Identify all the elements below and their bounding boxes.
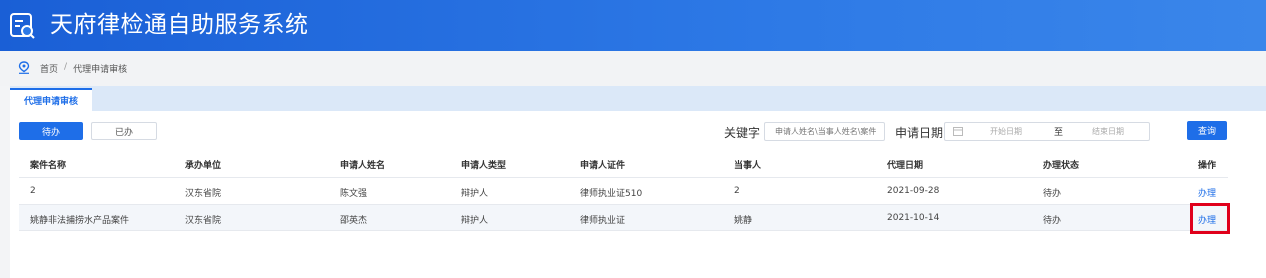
cell-handling-unit: 汉东省院 <box>185 216 222 226</box>
column-header-case-name: 案件名称 <box>30 161 67 171</box>
cell-handling-unit: 汉东省院 <box>185 189 222 199</box>
column-header-agency-date: 代理日期 <box>887 161 924 171</box>
column-header-applicant-certificate: 申请人证件 <box>580 161 626 171</box>
cell-applicant-certificate: 律师执业证 <box>580 216 626 226</box>
keyword-label: 关键字 <box>724 126 761 140</box>
cell-party: 2 <box>734 186 740 196</box>
column-header-status: 办理状态 <box>1043 161 1080 171</box>
column-header-applicant-type: 申请人类型 <box>461 161 507 171</box>
cell-case-name: 姚静非法捕捞水产品案件 <box>30 216 130 226</box>
calendar-icon <box>953 127 963 136</box>
cell-applicant-name: 邵英杰 <box>340 216 368 226</box>
apply-date-label: 申请日期 <box>895 126 944 140</box>
cell-applicant-certificate: 律师执业证510 <box>580 189 643 199</box>
breadcrumb-current: 代理申请审核 <box>73 65 128 75</box>
column-header-party: 当事人 <box>734 161 762 171</box>
header-divider <box>19 177 1228 178</box>
breadcrumb: 首页 / 代理申请审核 <box>40 62 127 75</box>
column-header-handling-unit: 承办单位 <box>185 161 222 171</box>
app-title: 天府律检通自助服务系统 <box>50 12 309 38</box>
highlight-box <box>1190 203 1230 234</box>
cell-applicant-name: 陈文强 <box>340 189 368 199</box>
tab-strip <box>10 86 1266 111</box>
date-range-separator: 至 <box>1054 128 1064 138</box>
location-pin-icon <box>18 61 30 74</box>
cell-status: 待办 <box>1043 216 1062 226</box>
date-end-input[interactable]: 结束日期 <box>1092 126 1124 137</box>
cell-party: 姚静 <box>734 216 753 226</box>
breadcrumb-bar <box>0 51 1266 86</box>
row-divider <box>19 230 1228 231</box>
done-filter-button[interactable]: 已办 <box>91 122 157 140</box>
tab-agency-review[interactable]: 代理申请审核 <box>10 88 92 111</box>
search-button[interactable]: 查询 <box>1187 121 1227 140</box>
cell-applicant-type: 辩护人 <box>461 216 489 226</box>
column-header-applicant-name: 申请人姓名 <box>340 161 386 171</box>
cell-applicant-type: 辩护人 <box>461 189 489 199</box>
breadcrumb-home[interactable]: 首页 <box>40 62 58 75</box>
handle-link[interactable]: 办理 <box>1198 186 1216 199</box>
cell-status: 待办 <box>1043 189 1062 199</box>
date-start-input[interactable]: 开始日期 <box>990 126 1022 137</box>
keyword-input[interactable] <box>764 122 885 141</box>
cell-case-name: 2 <box>30 186 36 196</box>
breadcrumb-separator: / <box>64 62 68 72</box>
cell-agency-date: 2021-10-14 <box>887 213 940 223</box>
document-edit-icon <box>10 13 35 39</box>
pending-filter-button[interactable]: 待办 <box>19 122 83 140</box>
cell-agency-date: 2021-09-28 <box>887 186 940 196</box>
column-header-actions: 操作 <box>1198 161 1217 171</box>
